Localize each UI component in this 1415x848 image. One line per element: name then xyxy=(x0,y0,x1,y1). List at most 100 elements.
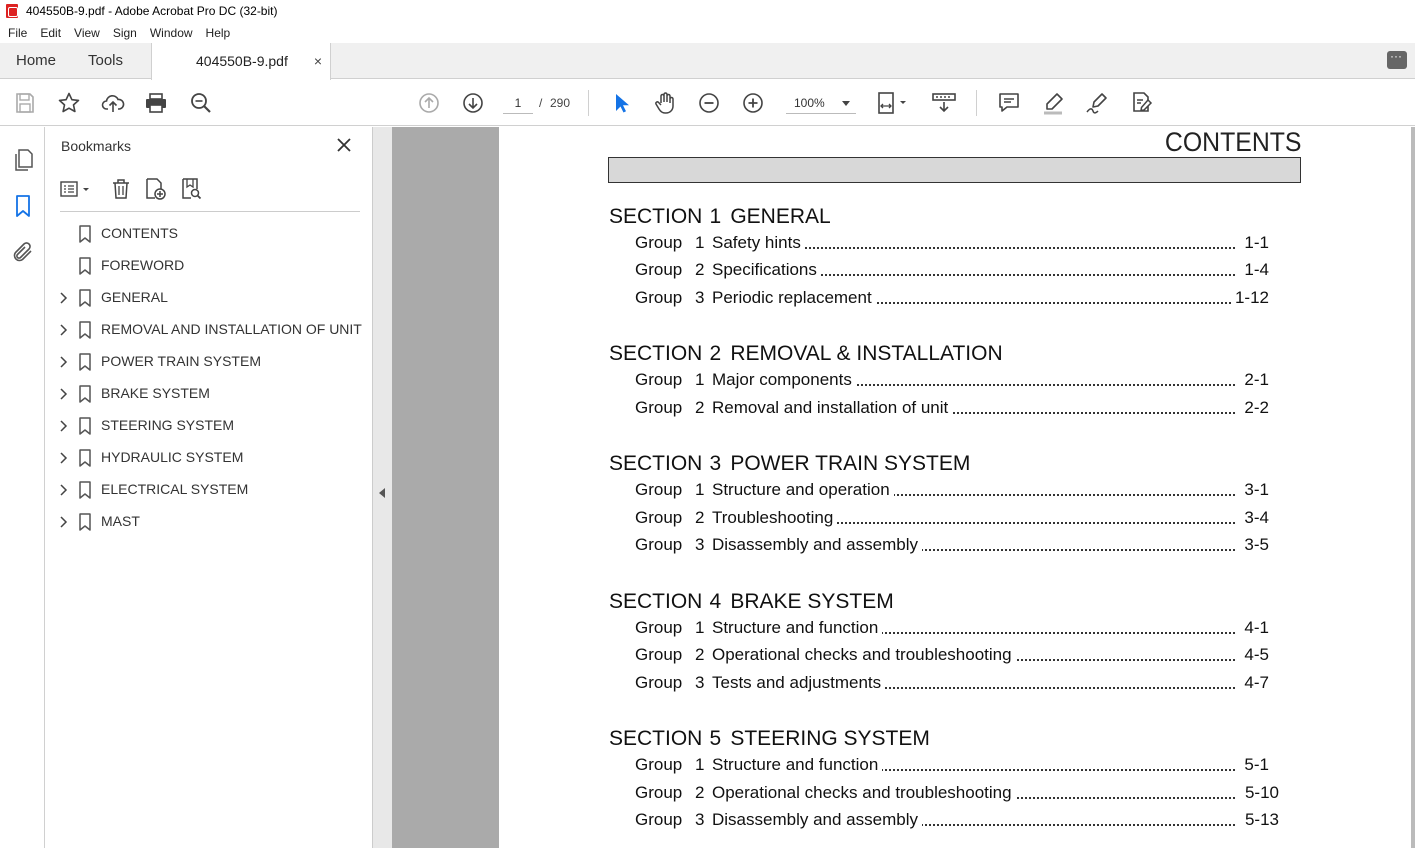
bookmark-icon xyxy=(79,417,91,435)
toc-entry[interactable]: Group 1 Structure and operation 3-1 xyxy=(635,480,1279,502)
tab-tools[interactable]: Tools xyxy=(88,43,123,79)
section-heading: SECTION 3 POWER TRAIN SYSTEM xyxy=(609,452,971,475)
bookmark-foreword[interactable]: FOREWORD xyxy=(45,250,373,282)
select-cursor-icon[interactable] xyxy=(609,91,633,115)
new-bookmark-icon[interactable] xyxy=(143,177,167,201)
menu-file[interactable]: File xyxy=(3,26,32,40)
acrobat-window: 404550B-9.pdf - Adobe Acrobat Pro DC (32… xyxy=(0,0,1415,848)
bookmark-contents[interactable]: CONTENTS xyxy=(45,218,373,250)
bookmark-label: BRAKE SYSTEM xyxy=(101,385,210,401)
bookmark-brake[interactable]: BRAKE SYSTEM xyxy=(45,378,373,410)
bookmarks-tree: CONTENTS FOREWORD GENERAL REMOVAL AND IN… xyxy=(45,218,373,538)
chevron-right-icon[interactable] xyxy=(59,515,69,529)
window-title: 404550B-9.pdf - Adobe Acrobat Pro DC (32… xyxy=(26,4,278,18)
bookmark-steering[interactable]: STEERING SYSTEM xyxy=(45,410,373,442)
bookmark-power-train[interactable]: POWER TRAIN SYSTEM xyxy=(45,346,373,378)
bookmark-label: REMOVAL AND INSTALLATION OF UNIT xyxy=(101,321,362,337)
page-number-input[interactable] xyxy=(503,92,533,114)
tab-close-icon[interactable]: × xyxy=(314,43,322,79)
toc-entry[interactable]: Group 3 Disassembly and assembly 5-13 xyxy=(635,810,1279,832)
main-toolbar: / 290 100% xyxy=(0,80,1415,126)
menu-view[interactable]: View xyxy=(69,26,105,40)
zoom-out-icon[interactable] xyxy=(697,91,721,115)
toc-entry[interactable]: Group 2 Operational checks and troubleshoo… xyxy=(635,645,1279,667)
chevron-right-icon[interactable] xyxy=(59,291,69,305)
menu-bar: File Edit View Sign Window Help xyxy=(0,22,1415,43)
zoom-in-icon[interactable] xyxy=(741,91,765,115)
bookmark-label: STEERING SYSTEM xyxy=(101,417,235,433)
bookmark-options-icon[interactable] xyxy=(59,177,93,201)
toc-entry[interactable]: Group 3 Tests and adjustments 4-7 xyxy=(635,673,1279,695)
zoom-level-select[interactable]: 100% xyxy=(786,92,856,114)
toc-entry[interactable]: Group 2 Specifications 1-4 xyxy=(635,260,1279,282)
next-page-icon[interactable] xyxy=(461,91,485,115)
document-viewport[interactable]: CONTENTS SECTION 1 GENERAL Group 1 Safety hi… xyxy=(392,127,1415,848)
chevron-right-icon[interactable] xyxy=(59,355,69,369)
toc-entry[interactable]: Group 2 Operational checks and troubleshoo… xyxy=(635,783,1279,805)
scroll-mode-icon[interactable] xyxy=(932,91,956,115)
print-icon[interactable] xyxy=(144,91,168,115)
bookmark-label: POWER TRAIN SYSTEM xyxy=(101,353,261,369)
find-bookmark-icon[interactable] xyxy=(179,177,203,201)
bookmark-general[interactable]: GENERAL xyxy=(45,282,373,314)
toc-entry[interactable]: Group 3 Periodic replacement 1-12 xyxy=(635,288,1279,310)
toc-entry[interactable]: Group 1 Structure and function 4-1 xyxy=(635,618,1279,640)
bookmark-icon xyxy=(79,513,91,531)
draw-signature-icon[interactable] xyxy=(1085,91,1109,115)
section-heading: SECTION 2 REMOVAL & INSTALLATION xyxy=(609,342,1003,365)
menu-window[interactable]: Window xyxy=(145,26,198,40)
toc-entry[interactable]: Group 1 Safety hints 1-1 xyxy=(635,233,1279,255)
bookmark-removal-installation[interactable]: REMOVAL AND INSTALLATION OF UNIT xyxy=(45,314,373,346)
delete-bookmark-icon[interactable] xyxy=(109,177,133,201)
toc-entry[interactable]: Group 2 Removal and installation of unit 2-… xyxy=(635,398,1279,420)
toc-entry[interactable]: Group 3 Disassembly and assembly 3-5 xyxy=(635,535,1279,557)
bookmarks-title: Bookmarks xyxy=(61,138,132,154)
tab-document[interactable]: 404550B-9.pdf × xyxy=(151,43,331,80)
toc-entry[interactable]: Group 2 Troubleshooting 3-4 xyxy=(635,508,1279,530)
close-icon[interactable] xyxy=(335,136,353,154)
bookmark-icon xyxy=(79,385,91,403)
tab-bar: Home Tools 404550B-9.pdf × xyxy=(0,43,1415,80)
comment-bubble-icon[interactable] xyxy=(1387,49,1407,69)
chevron-right-icon[interactable] xyxy=(59,387,69,401)
page-total: 290 xyxy=(550,96,571,110)
toolbar-divider xyxy=(588,90,589,116)
bookmark-label: GENERAL xyxy=(101,289,168,305)
previous-page-icon[interactable] xyxy=(417,91,441,115)
bookmark-icon xyxy=(79,353,91,371)
menu-sign[interactable]: Sign xyxy=(108,26,142,40)
cloud-upload-icon[interactable] xyxy=(101,91,125,115)
chevron-right-icon[interactable] xyxy=(59,419,69,433)
bookmark-label: CONTENTS xyxy=(101,225,178,241)
tab-home[interactable]: Home xyxy=(16,43,56,79)
attachments-icon[interactable] xyxy=(11,240,35,264)
star-icon[interactable] xyxy=(57,91,81,115)
vertical-scrollbar[interactable] xyxy=(1411,127,1415,848)
comment-icon[interactable] xyxy=(997,91,1021,115)
bookmark-hydraulic[interactable]: HYDRAULIC SYSTEM xyxy=(45,442,373,474)
page-thumbnails-icon[interactable] xyxy=(11,148,35,172)
save-icon[interactable] xyxy=(13,91,37,115)
panel-splitter[interactable] xyxy=(373,127,392,848)
highlight-pen-icon[interactable] xyxy=(1041,91,1065,115)
menu-edit[interactable]: Edit xyxy=(35,26,66,40)
toc-entry[interactable]: Group 1 Major components 2-1 xyxy=(635,370,1279,392)
chevron-right-icon[interactable] xyxy=(59,451,69,465)
toc-entry[interactable]: Group 1 Structure and function 5-1 xyxy=(635,755,1279,777)
hand-tool-icon[interactable] xyxy=(653,91,677,115)
bookmark-panel-icon[interactable] xyxy=(11,194,35,218)
heading-bar xyxy=(608,157,1301,183)
bookmark-electrical[interactable]: ELECTRICAL SYSTEM xyxy=(45,474,373,506)
zoom-search-icon[interactable] xyxy=(189,91,213,115)
chevron-right-icon[interactable] xyxy=(59,483,69,497)
bookmark-mast[interactable]: MAST xyxy=(45,506,373,538)
bookmark-label: ELECTRICAL SYSTEM xyxy=(101,481,249,497)
collapse-arrow-icon[interactable] xyxy=(379,488,385,498)
page-fit-icon[interactable] xyxy=(876,91,912,115)
chevron-right-icon[interactable] xyxy=(59,323,69,337)
bookmark-icon xyxy=(79,257,91,275)
bookmark-label: HYDRAULIC SYSTEM xyxy=(101,449,244,465)
fill-sign-icon[interactable] xyxy=(1129,91,1153,115)
menu-help[interactable]: Help xyxy=(201,26,236,40)
left-navigation-rail xyxy=(0,127,45,848)
